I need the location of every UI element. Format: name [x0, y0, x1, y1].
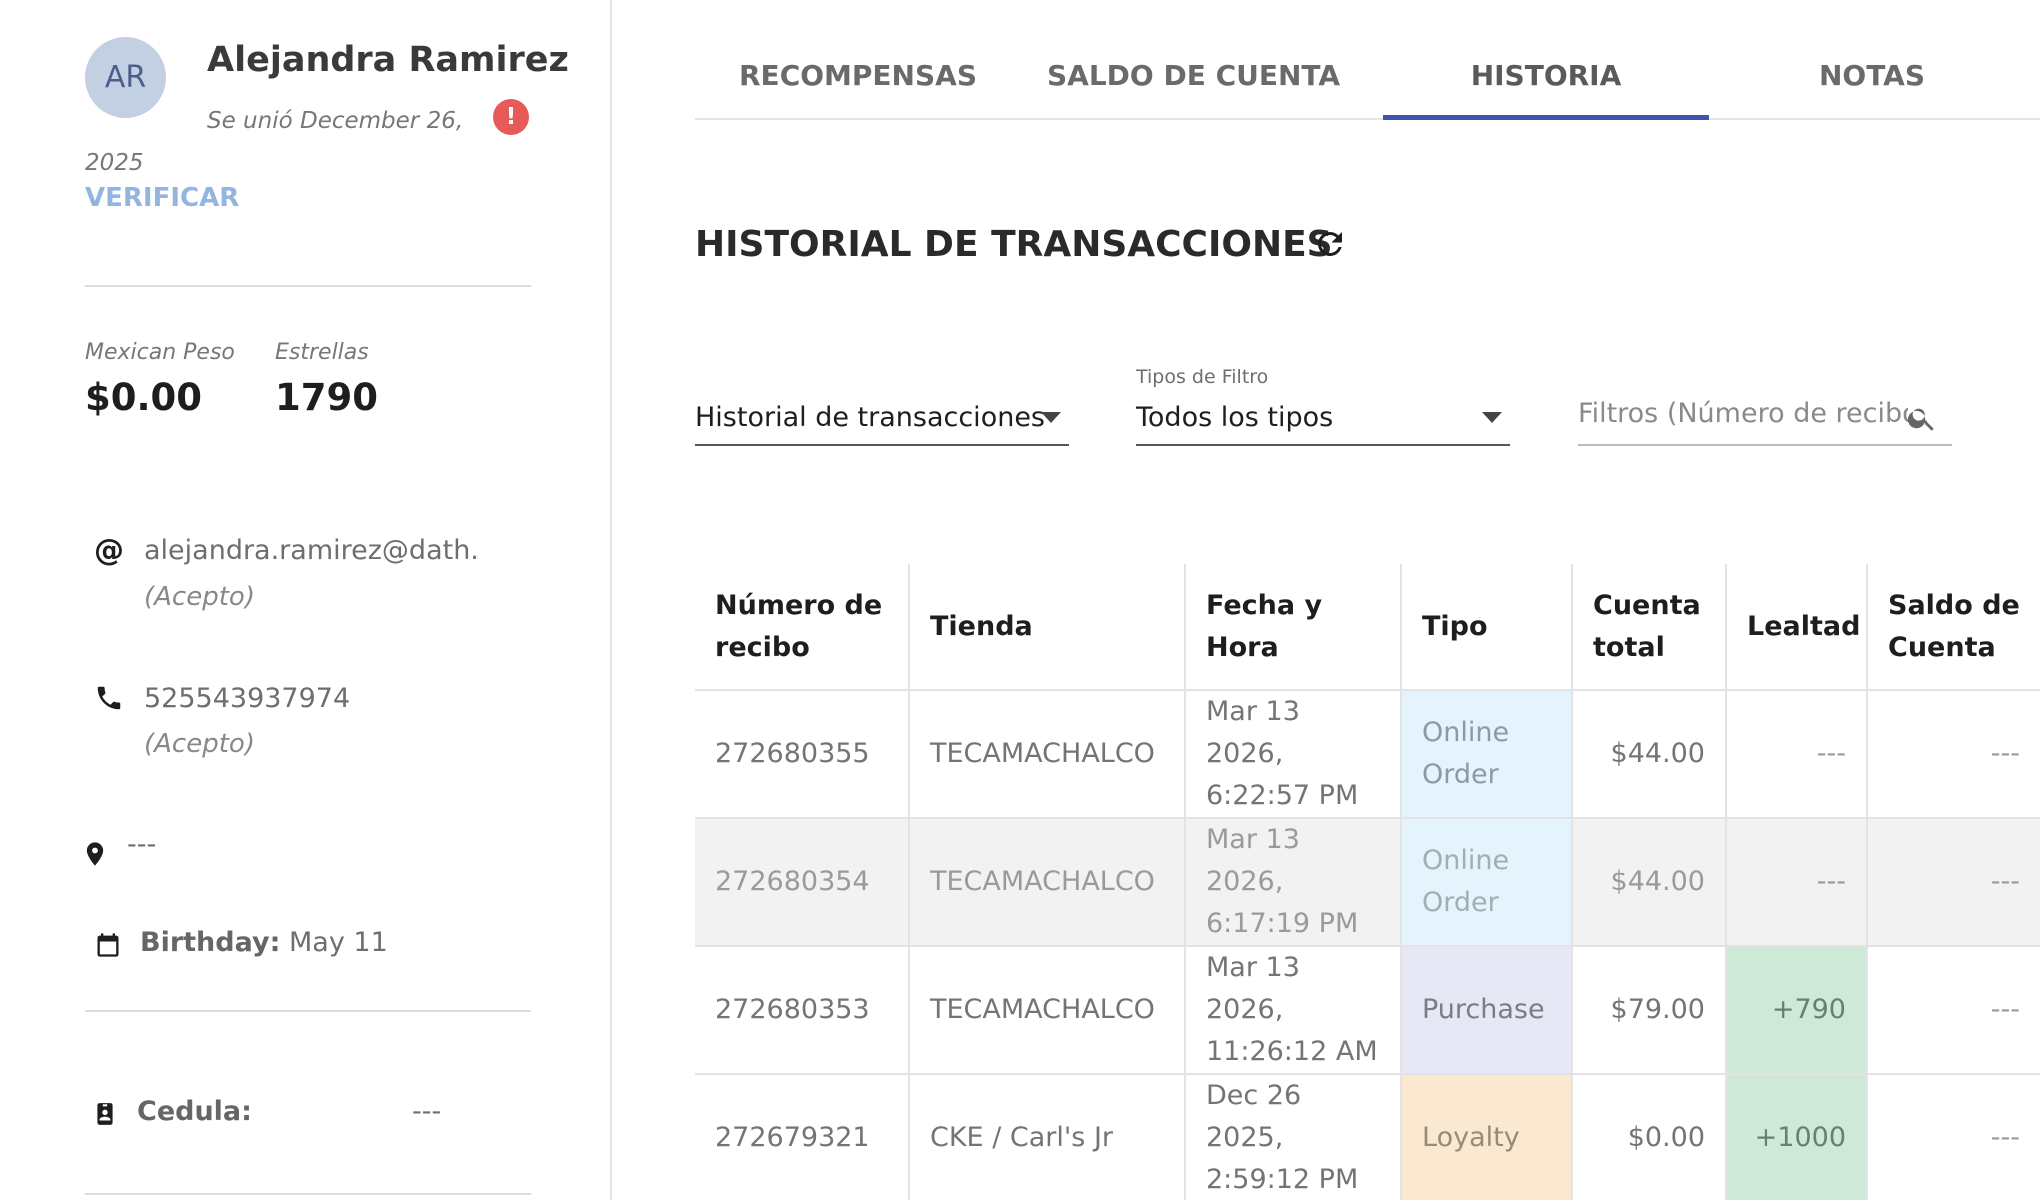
time-text: 2:59:12 PM [1206, 1164, 1359, 1195]
date-text: Mar 13 2026, [1206, 696, 1300, 769]
filter-type-select[interactable]: Tipos de Filtro Todos los tipos [1136, 366, 1510, 446]
store-cell: TECAMACHALCO [909, 946, 1186, 1075]
address-value: --- [127, 829, 157, 860]
store-cell: TECAMACHALCO [909, 818, 1186, 947]
tab-saldo-de-cuenta[interactable]: SALDO DE CUENTA [1021, 40, 1366, 120]
datetime-cell: Mar 13 2026, 6:17:19 PM [1185, 818, 1402, 947]
column-header-type[interactable]: Tipo [1401, 564, 1573, 691]
table-row[interactable]: 272680355 TECAMACHALCO Mar 13 2026, 6:22:… [695, 690, 2040, 819]
type-cell: Purchase [1401, 946, 1573, 1075]
divider [85, 1193, 531, 1195]
total-cell: $44.00 [1572, 690, 1727, 819]
cedula-value: --- [412, 1096, 442, 1127]
customer-name: Alejandra Ramirez [207, 40, 569, 80]
tab-notas[interactable]: NOTAS [1709, 40, 2035, 120]
date-text: Mar 13 2026, [1206, 952, 1300, 1025]
total-cell: $0.00 [1572, 1074, 1727, 1200]
chevron-down-icon [1482, 412, 1502, 423]
phone-consent: (Acepto) [144, 729, 255, 759]
location-pin-icon [78, 837, 112, 871]
stars-label: Estrellas [275, 340, 369, 365]
table-header-row: Número de recibo Tienda Fecha y Hora Tip… [695, 564, 2040, 691]
receipt-cell: 272680353 [695, 946, 910, 1075]
alert-icon[interactable]: ! [493, 99, 529, 135]
datetime-cell: Mar 13 2026, 11:26:12 AM [1185, 946, 1402, 1075]
email-consent: (Acepto) [144, 582, 255, 612]
date-text: Mar 13 2026, [1206, 824, 1300, 897]
cedula-label: Cedula: [137, 1096, 252, 1127]
column-header-total[interactable]: Cuenta total [1572, 564, 1727, 691]
loyalty-cell: --- [1726, 690, 1868, 819]
time-text: 11:26:12 AM [1206, 1036, 1378, 1067]
divider [85, 1010, 531, 1012]
total-cell: $44.00 [1572, 818, 1727, 947]
column-header-receipt[interactable]: Número de recibo [695, 564, 910, 691]
column-header-datetime[interactable]: Fecha y Hora [1185, 564, 1402, 691]
transaction-table: Número de recibo Tienda Fecha y Hora Tip… [695, 564, 2040, 1200]
store-cell: CKE / Carl's Jr [909, 1074, 1186, 1200]
section-title: HISTORIAL DE TRANSACCIONES [695, 224, 1333, 265]
currency-label: Mexican Peso [85, 340, 235, 365]
date-text: Dec 26 2025, [1206, 1080, 1302, 1153]
customer-profile-panel: AR Alejandra Ramirez Se unió December 26… [0, 0, 612, 1200]
datetime-cell: Dec 26 2025, 2:59:12 PM [1185, 1074, 1402, 1200]
history-type-select[interactable]: Historial de transacciones [695, 366, 1069, 446]
type-cell: Online Order [1401, 690, 1573, 819]
currency-balance: $0.00 [85, 376, 203, 419]
time-text: 6:17:19 PM [1206, 908, 1359, 939]
type-cell: Online Order [1401, 818, 1573, 947]
phone-icon [92, 681, 126, 715]
loyalty-cell: +1000 [1726, 1074, 1868, 1200]
receipt-cell: 272680354 [695, 818, 910, 947]
phone-value: 525543937974 [144, 683, 351, 714]
id-badge-icon [88, 1097, 122, 1131]
datetime-cell: Mar 13 2026, 6:22:57 PM [1185, 690, 1402, 819]
table-row[interactable]: 272679321 CKE / Carl's Jr Dec 26 2025, 2:… [695, 1074, 2040, 1200]
stars-balance: 1790 [275, 376, 378, 419]
search-icon[interactable] [1906, 402, 1940, 436]
column-header-balance[interactable]: Saldo de Cuenta [1867, 564, 2040, 691]
column-header-store[interactable]: Tienda [909, 564, 1186, 691]
table-row[interactable]: 272680353 TECAMACHALCO Mar 13 2026, 11:26… [695, 946, 2040, 1075]
divider [85, 285, 531, 287]
filter-type-value: Todos los tipos [1136, 402, 1334, 433]
at-icon: @ [94, 532, 124, 568]
total-cell: $79.00 [1572, 946, 1727, 1075]
verify-button[interactable]: VERIFICAR [85, 183, 239, 213]
loyalty-cell: --- [1726, 818, 1868, 947]
tab-recompensas[interactable]: RECOMPENSAS [695, 40, 1021, 120]
refresh-icon[interactable] [1312, 226, 1348, 262]
table-row[interactable]: 272680354 TECAMACHALCO Mar 13 2026, 6:17:… [695, 818, 2040, 947]
column-header-loyalty[interactable]: Lealtad [1726, 564, 1868, 691]
store-cell: TECAMACHALCO [909, 690, 1186, 819]
balance-cell: --- [1867, 818, 2040, 947]
tab-bar: RECOMPENSAS SALDO DE CUENTA HISTORIA NOT… [695, 40, 2040, 120]
balance-cell: --- [1867, 1074, 2040, 1200]
birthday-field: Birthday: May 11 [140, 927, 388, 958]
receipt-filter-field [1578, 366, 1952, 446]
birthday-value: May 11 [289, 927, 388, 958]
filter-type-label: Tipos de Filtro [1136, 366, 1269, 388]
tab-historia[interactable]: HISTORIA [1383, 40, 1709, 120]
balance-cell: --- [1867, 690, 2040, 819]
receipt-cell: 272679321 [695, 1074, 910, 1200]
time-text: 6:22:57 PM [1206, 780, 1359, 811]
receipt-cell: 272680355 [695, 690, 910, 819]
loyalty-cell: +790 [1726, 946, 1868, 1075]
type-cell: Loyalty [1401, 1074, 1573, 1200]
receipt-filter-input[interactable] [1578, 398, 1908, 429]
email-value: alejandra.ramirez@dath. [144, 535, 479, 566]
chevron-down-icon [1041, 412, 1061, 423]
birthday-label: Birthday: [140, 927, 281, 958]
balance-cell: --- [1867, 946, 2040, 1075]
history-type-value: Historial de transacciones [695, 402, 1045, 433]
calendar-icon [91, 928, 125, 962]
joined-date: Se unió December 26, 2025 [85, 108, 464, 176]
